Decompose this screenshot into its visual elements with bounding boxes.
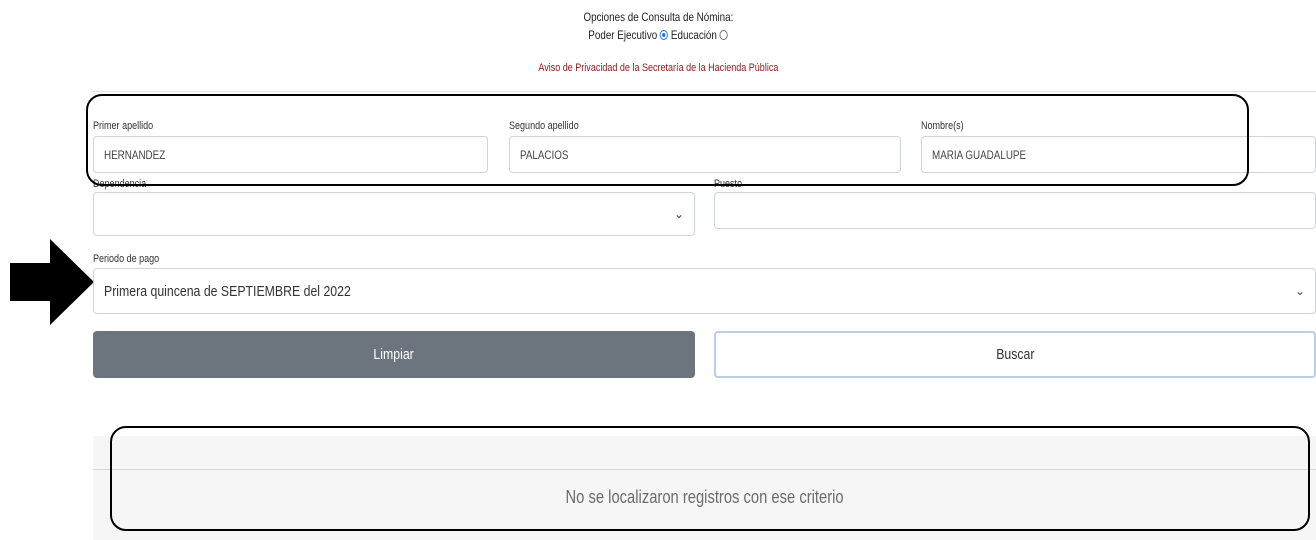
radio-poder-ejecutivo[interactable] xyxy=(659,30,669,40)
top-divider xyxy=(93,91,1316,92)
consultation-options-title: Opciones de Consulta de Nómina: xyxy=(583,10,733,24)
puesto-input[interactable] xyxy=(714,192,1316,229)
periodo-label: Periodo de pago xyxy=(93,253,160,265)
search-button[interactable]: Buscar xyxy=(714,331,1316,378)
dependencia-select[interactable]: ⌄ xyxy=(93,192,695,236)
consultation-options: Poder Ejecutivo Educación xyxy=(0,28,1316,42)
privacy-notice-link[interactable]: Aviso de Privacidad de la Secretaría de … xyxy=(0,62,1316,74)
chevron-down-icon: ⌄ xyxy=(673,207,684,221)
clear-button[interactable]: Limpiar xyxy=(93,331,695,378)
option-educacion-label: Educación xyxy=(670,28,717,42)
option-poder-ejecutivo-label: Poder Ejecutivo xyxy=(588,28,658,42)
chevron-down-icon: ⌄ xyxy=(1294,284,1305,298)
radio-educacion[interactable] xyxy=(719,30,728,40)
periodo-select[interactable]: Primera quincena de SEPTIEMBRE del 2022 … xyxy=(93,268,1316,314)
highlight-frame-name-fields xyxy=(86,94,1249,186)
arrow-annotation-icon xyxy=(10,239,94,325)
highlight-frame-results xyxy=(110,426,1310,531)
